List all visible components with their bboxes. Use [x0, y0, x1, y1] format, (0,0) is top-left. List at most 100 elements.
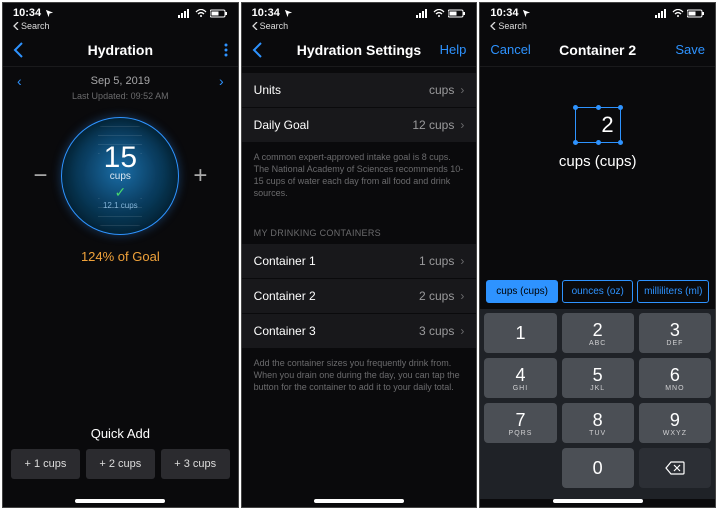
- screen-hydration: 10:34 Search Hydration ‹ Sep 5, 2019 › L…: [2, 2, 239, 508]
- back-search-label: Search: [21, 21, 50, 31]
- row-container-2[interactable]: Container 2 2 cups›: [242, 279, 477, 314]
- home-indicator[interactable]: [314, 499, 404, 503]
- save-button[interactable]: Save: [663, 42, 705, 57]
- quick-add-2[interactable]: + 2 cups: [86, 449, 155, 479]
- seg-cups[interactable]: cups (cups): [486, 280, 558, 303]
- increment-button[interactable]: +: [193, 162, 207, 190]
- containers-header: MY DRINKING CONTAINERS: [242, 214, 477, 244]
- status-time: 10:34: [252, 7, 280, 19]
- row-value: 1 cups: [419, 254, 454, 268]
- status-bar: 10:34: [3, 3, 238, 21]
- decrement-button[interactable]: −: [33, 162, 47, 190]
- containers-note: Add the container sizes you frequently d…: [242, 349, 477, 407]
- chevron-left-icon: [490, 22, 496, 30]
- date-row: ‹ Sep 5, 2019 ›: [3, 67, 238, 91]
- key-1[interactable]: 1: [484, 313, 556, 353]
- seg-milliliters[interactable]: milliliters (ml): [637, 280, 709, 303]
- more-vertical-icon: [224, 43, 228, 57]
- chevron-left-icon: [13, 22, 19, 30]
- chevron-left-icon: [252, 42, 263, 58]
- key-6[interactable]: 6MNO: [639, 358, 711, 398]
- key-7[interactable]: 7PQRS: [484, 403, 556, 443]
- row-container-1[interactable]: Container 1 1 cups ›: [242, 244, 477, 279]
- screen-edit-container: 10:34 Search Cancel Container 2 Save 2 c…: [479, 2, 716, 508]
- key-backspace[interactable]: [639, 448, 711, 488]
- home-indicator[interactable]: [553, 499, 643, 503]
- row-label: Daily Goal: [254, 118, 309, 132]
- numeric-keypad: 1 2ABC 3DEF 4GHI 5JKL 6MNO 7PQRS 8TUV 9W…: [480, 309, 715, 499]
- row-label: Units: [254, 83, 281, 97]
- back-search-label: Search: [260, 21, 289, 31]
- value-input[interactable]: 2: [575, 107, 621, 143]
- page-title: Hydration: [88, 42, 153, 58]
- key-5[interactable]: 5JKL: [562, 358, 634, 398]
- more-button[interactable]: [186, 43, 228, 57]
- help-button[interactable]: Help: [424, 42, 466, 57]
- back-to-search[interactable]: Search: [480, 21, 715, 33]
- signal-icon: [416, 9, 430, 18]
- row-daily-goal[interactable]: Daily Goal 12 cups ›: [242, 108, 477, 143]
- status-bar: 10:34: [480, 3, 715, 21]
- row-value: 2 cups: [419, 289, 454, 303]
- quick-add-3[interactable]: + 3 cups: [161, 449, 230, 479]
- check-icon: ✓: [114, 184, 126, 201]
- chevron-left-icon: [13, 42, 24, 58]
- chevron-right-icon: ›: [460, 324, 464, 338]
- chevron-right-icon: ›: [460, 118, 464, 132]
- wifi-icon: [433, 9, 445, 18]
- date-next[interactable]: ›: [219, 73, 224, 89]
- back-button[interactable]: [13, 42, 55, 58]
- chevron-right-icon: ›: [460, 254, 464, 268]
- unit-label: cups (cups): [559, 153, 637, 170]
- key-3[interactable]: 3DEF: [639, 313, 711, 353]
- back-search-label: Search: [498, 21, 527, 31]
- quick-add: Quick Add + 1 cups + 2 cups + 3 cups: [3, 426, 238, 499]
- cancel-button[interactable]: Cancel: [490, 42, 532, 57]
- signal-icon: [655, 9, 669, 18]
- screen-settings: 10:34 Search Hydration Settings Help Uni…: [241, 2, 478, 508]
- row-label: Container 3: [254, 324, 316, 338]
- key-blank: [484, 448, 556, 488]
- gauge-area: − 15 cups ✓ 12.1 cups +: [3, 117, 238, 235]
- status-time: 10:34: [490, 7, 518, 19]
- row-label: Container 2: [254, 289, 316, 303]
- gauge-value: 15: [104, 143, 137, 173]
- battery-icon: [448, 9, 466, 18]
- chevron-left-icon: [252, 22, 258, 30]
- row-value: cups: [429, 83, 454, 97]
- chevron-right-icon: ›: [460, 83, 464, 97]
- unit-segmented: cups (cups) ounces (oz) milliliters (ml): [480, 280, 715, 309]
- quick-add-1[interactable]: + 1 cups: [11, 449, 80, 479]
- key-8[interactable]: 8TUV: [562, 403, 634, 443]
- quick-add-title: Quick Add: [11, 426, 230, 441]
- editor: 2 cups (cups): [480, 67, 715, 280]
- row-units[interactable]: Units cups ›: [242, 73, 477, 108]
- row-label: Container 1: [254, 254, 316, 268]
- gauge-threshold: 12.1 cups: [103, 201, 138, 210]
- seg-ounces[interactable]: ounces (oz): [562, 280, 634, 303]
- wifi-icon: [195, 9, 207, 18]
- row-container-3[interactable]: Container 3 3 cups ›: [242, 314, 477, 349]
- nav-bar: Hydration: [3, 33, 238, 67]
- back-to-search[interactable]: Search: [242, 21, 477, 33]
- page-title: Hydration Settings: [297, 42, 421, 58]
- backspace-icon: [665, 461, 685, 475]
- key-9[interactable]: 9WXYZ: [639, 403, 711, 443]
- wifi-icon: [672, 9, 684, 18]
- page-title: Container 2: [559, 42, 636, 58]
- date-prev[interactable]: ‹: [17, 73, 22, 89]
- settings-list: Units cups› Daily Goal 12 cups› A common…: [242, 73, 477, 407]
- key-2[interactable]: 2ABC: [562, 313, 634, 353]
- home-indicator[interactable]: [75, 499, 165, 503]
- row-value: 3 cups: [419, 324, 454, 338]
- back-to-search[interactable]: Search: [3, 21, 238, 33]
- location-icon: [522, 9, 531, 18]
- key-0[interactable]: 0: [562, 448, 634, 488]
- battery-icon: [687, 9, 705, 18]
- row-value: 12 cups: [412, 118, 454, 132]
- back-button[interactable]: [252, 42, 294, 58]
- hydration-gauge[interactable]: 15 cups ✓ 12.1 cups: [61, 117, 179, 235]
- key-4[interactable]: 4GHI: [484, 358, 556, 398]
- nav-bar: Cancel Container 2 Save: [480, 33, 715, 67]
- value-text: 2: [601, 112, 613, 138]
